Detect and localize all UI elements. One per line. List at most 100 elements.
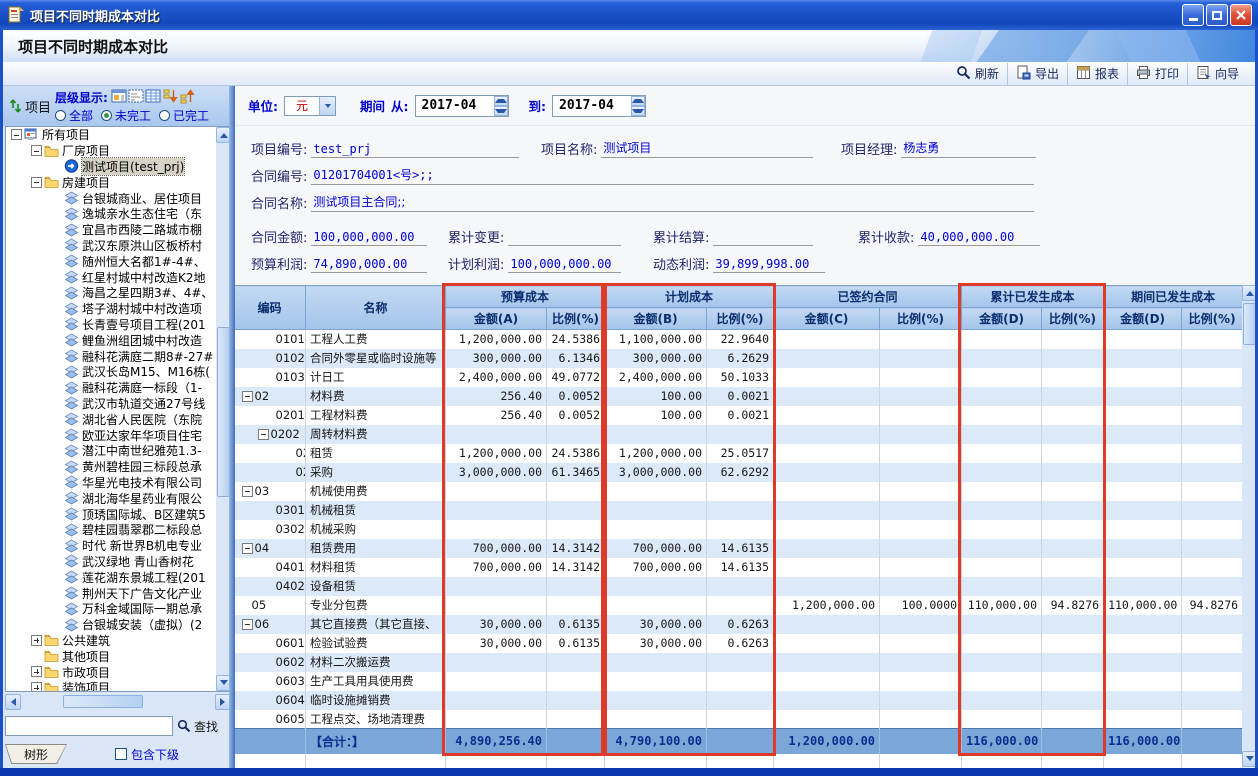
project-name-value[interactable]: 测试项目 <box>601 139 813 158</box>
table-row[interactable]: 0102合同外零星或临时设施等300,000.006.1346300,000.0… <box>234 349 1243 368</box>
cum-settle-value[interactable] <box>713 244 813 246</box>
tree-item[interactable]: 融科花满庭一标段（1- <box>6 380 214 396</box>
panel-splitter[interactable] <box>229 86 235 768</box>
table-row[interactable]: 0605工程点交、场地清理费 <box>234 710 1243 729</box>
col-group-1[interactable]: 预算成本 <box>446 286 605 308</box>
tree-item[interactable]: 湖北海华星药业有限公 <box>6 490 214 506</box>
col-header-name[interactable]: 名称 <box>306 286 446 330</box>
layout-preview-icon[interactable] <box>111 88 128 104</box>
toolbar-button-5[interactable]: 向导 <box>1187 63 1247 85</box>
tree-item[interactable]: 红星村城中村改造K2地 <box>6 269 214 285</box>
dropdown-arrow-icon[interactable] <box>319 97 335 115</box>
tree-item[interactable]: 装饰项目 <box>6 680 214 692</box>
radio-finished[interactable]: 已完工 <box>159 107 209 124</box>
contract-amount-value[interactable]: 100,000,000.00 <box>311 230 427 246</box>
unit-dropdown[interactable]: 元 <box>284 96 336 116</box>
collapse-icon[interactable] <box>258 429 269 440</box>
period-from-spinner[interactable]: 2017-04 <box>415 95 509 117</box>
spin-up-icon[interactable] <box>631 96 645 106</box>
collapse-icon[interactable] <box>242 391 253 402</box>
tree-item[interactable]: 湖北省人民医院（东院 <box>6 411 214 427</box>
tree-item[interactable]: 逸城亲水生态住宅（东 <box>6 206 214 222</box>
period-to-spinner[interactable]: 2017-04 <box>552 95 646 117</box>
tree-item[interactable]: 所有项目 <box>6 127 214 143</box>
spin-up-icon[interactable] <box>494 96 508 106</box>
col-sub-3-ratio[interactable]: 比例(%) <box>880 308 962 330</box>
toolbar-button-1[interactable]: 刷新 <box>948 63 1007 85</box>
tab-tree-view[interactable]: 树形 <box>5 744 67 764</box>
dynamic-profit-value[interactable]: 39,899,998.00 <box>713 257 825 273</box>
tree-item[interactable]: 台银城商业、居住项目 <box>6 190 214 206</box>
tree-item[interactable]: 鲤鱼洲组团城中村改造 <box>6 332 214 348</box>
sort-desc-icon[interactable] <box>162 88 179 104</box>
contract-name-value[interactable]: 测试项目主合同;; <box>311 193 1034 212</box>
table-row[interactable]: 03机械使用费 <box>234 482 1243 501</box>
tree-item[interactable]: 塔子湖村城中村改造项 <box>6 301 214 317</box>
col-group-3[interactable]: 已签约合同 <box>774 286 962 308</box>
tree-hscroll-thumb[interactable] <box>63 695 143 708</box>
tree-item[interactable]: 海昌之星四期3#、4#、 <box>6 285 214 301</box>
contract-no-value[interactable]: 01201704001<号>;; <box>311 166 1034 185</box>
spin-down-icon[interactable] <box>631 106 645 116</box>
col-group-2[interactable]: 计划成本 <box>605 286 774 308</box>
tree-item[interactable]: 市政项目 <box>6 664 214 680</box>
tree-item[interactable]: 宜昌市西陵二路城市棚 <box>6 222 214 238</box>
table-row[interactable]: 0401材料租赁700,000.0014.3142700,000.0014.61… <box>234 558 1243 577</box>
expand-icon[interactable] <box>31 666 42 677</box>
tree-item[interactable]: 顶琇国际城、B区建筑5 <box>6 506 214 522</box>
table-row[interactable]: 0602材料二次搬运费 <box>234 653 1243 672</box>
toolbar-button-3[interactable]: 报表 <box>1067 63 1127 85</box>
tree-item[interactable]: 公共建筑 <box>6 633 214 649</box>
expand-icon[interactable] <box>31 635 42 646</box>
col-sub-2-ratio[interactable]: 比例(%) <box>707 308 774 330</box>
layout-dotted-icon[interactable] <box>128 88 145 104</box>
col-sub-5-ratio[interactable]: 比例(%) <box>1182 308 1243 330</box>
cum-receipt-value[interactable]: 40,000,000.00 <box>918 230 1040 246</box>
table-row[interactable]: 0603生产工具用具使用费 <box>234 672 1243 691</box>
table-row[interactable]: 0601检验试验费30,000.000.613530,000.000.6263 <box>234 634 1243 653</box>
table-row[interactable]: 05专业分包费1,200,000.00100.0000110,000.0094.… <box>234 596 1243 615</box>
col-header-code[interactable]: 编码 <box>234 286 306 330</box>
tree-item-selected[interactable]: 测试项目(test_prj) <box>6 159 214 175</box>
tree-horizontal-scrollbar[interactable] <box>5 694 231 710</box>
collapse-icon[interactable] <box>242 543 253 554</box>
sort-asc-icon[interactable] <box>179 88 196 104</box>
col-sub-4-amount[interactable]: 金额(D) <box>962 308 1042 330</box>
tree-item[interactable]: 潜江中南世纪雅苑1.3- <box>6 443 214 459</box>
maximize-button[interactable] <box>1206 4 1228 26</box>
spin-down-icon[interactable] <box>494 106 508 116</box>
collapse-icon[interactable] <box>11 129 22 140</box>
collapse-icon[interactable] <box>242 619 253 630</box>
radio-unfinished[interactable]: 未完工 <box>101 107 151 124</box>
tree-item[interactable]: 武汉市轨道交通27号线 <box>6 396 214 412</box>
layout-grid-icon[interactable] <box>145 88 162 104</box>
col-sub-3-amount[interactable]: 金额(C) <box>774 308 880 330</box>
col-sub-4-ratio[interactable]: 比例(%) <box>1042 308 1104 330</box>
table-row[interactable]: 0101工程人工费1,200,000.0024.53861,100,000.00… <box>234 330 1243 349</box>
table-row[interactable]: 04租赁费用700,000.0014.3142700,000.0014.6135 <box>234 539 1243 558</box>
collapse-icon[interactable] <box>31 145 42 156</box>
tree-item[interactable]: 荆州天下广告文化产业 <box>6 585 214 601</box>
toolbar-button-4[interactable]: 打印 <box>1127 63 1187 85</box>
table-row[interactable]: 0301机械租赁 <box>234 501 1243 520</box>
table-row[interactable]: 0202周转材料费 <box>234 425 1243 444</box>
budget-profit-value[interactable]: 74,890,000.00 <box>311 257 427 273</box>
tree-item[interactable]: 时代 新世界B机电专业 <box>6 538 214 554</box>
radio-all[interactable]: 全部 <box>55 107 93 124</box>
tree-item[interactable]: 莲花湖东景城工程(201 <box>6 569 214 585</box>
table-row[interactable]: 020采购3,000,000.0061.34653,000,000.0062.6… <box>234 463 1243 482</box>
tree-item[interactable]: 黄州碧桂园三标段总承 <box>6 459 214 475</box>
refresh-arrows-icon[interactable] <box>9 99 22 113</box>
col-sub-1-ratio[interactable]: 比例(%) <box>547 308 605 330</box>
tree-item[interactable]: 碧桂园翡翠郡二标段总 <box>6 522 214 538</box>
manager-value[interactable]: 杨志勇 <box>901 139 1036 158</box>
tree-item[interactable]: 厂房项目 <box>6 143 214 159</box>
tree-item[interactable]: 融科花满庭二期8#-27# <box>6 348 214 364</box>
tree-search-input[interactable] <box>5 716 173 736</box>
col-sub-5-amount[interactable]: 金额(D) <box>1104 308 1182 330</box>
tree-item[interactable]: 欧亚达家年华项目住宅 <box>6 427 214 443</box>
tree-item[interactable]: 长青壹号项目工程(201 <box>6 317 214 333</box>
collapse-icon[interactable] <box>242 486 253 497</box>
table-row[interactable]: 02材料费256.400.0052100.000.0021 <box>234 387 1243 406</box>
toolbar-button-2[interactable]: 导出 <box>1007 63 1067 85</box>
